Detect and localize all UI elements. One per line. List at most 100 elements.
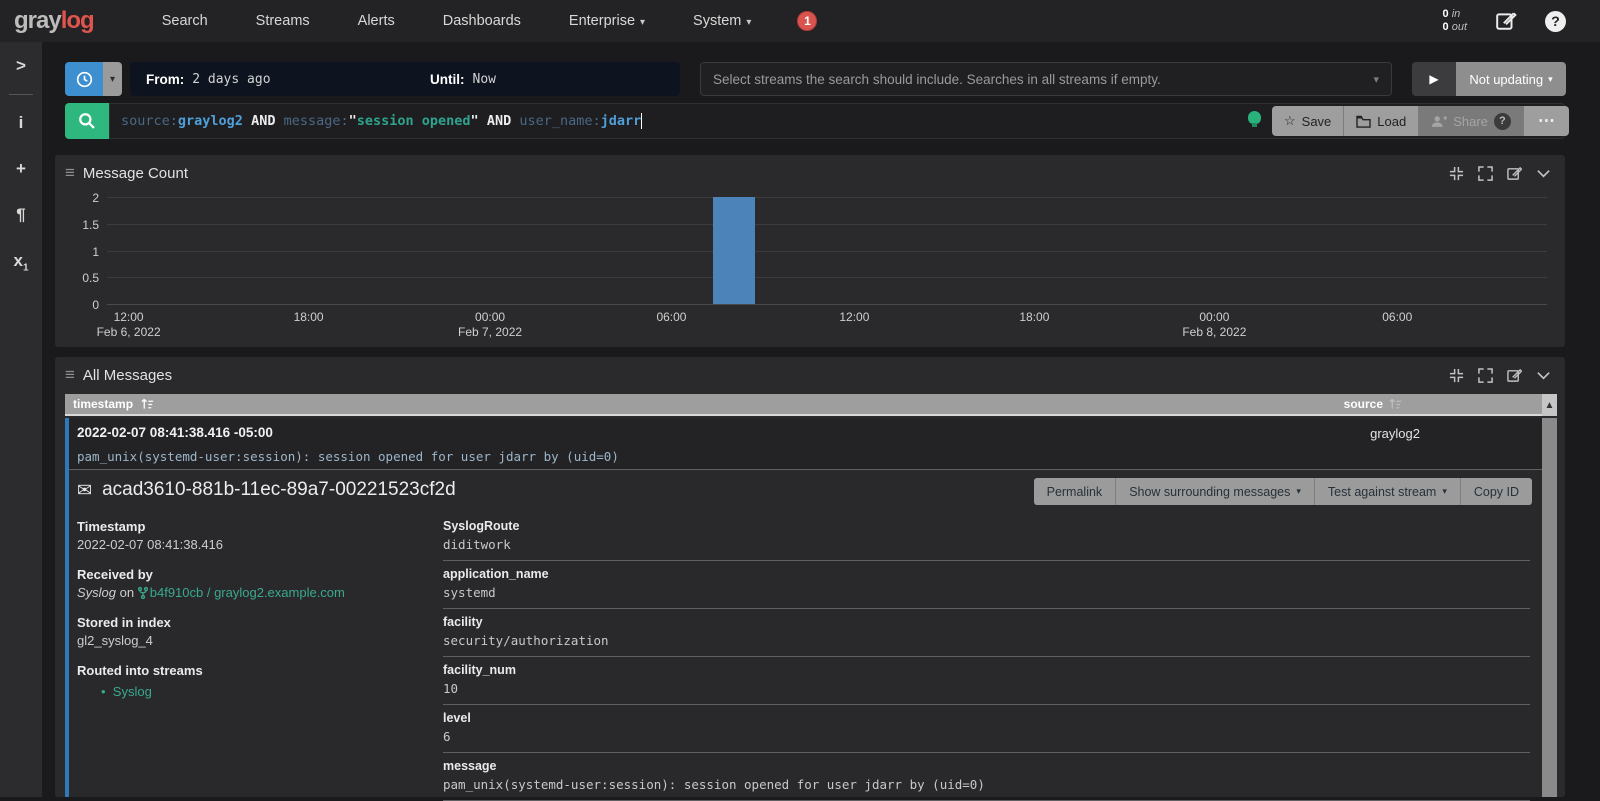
gridline bbox=[107, 251, 1547, 252]
x-tick-label: 00:00Feb 8, 2022 bbox=[1182, 310, 1246, 340]
gridline bbox=[107, 224, 1547, 225]
focus-widget-icon[interactable] bbox=[1449, 368, 1464, 383]
share-button[interactable]: Share ? bbox=[1419, 106, 1524, 136]
nav-item-system[interactable]: System▾ bbox=[669, 13, 775, 29]
edit-icon[interactable] bbox=[1495, 10, 1517, 32]
x-tick-label: 12:00Feb 6, 2022 bbox=[97, 310, 161, 340]
meta-routed-streams: Routed into streams Syslog bbox=[77, 663, 427, 699]
column-header-source[interactable]: source bbox=[1344, 397, 1402, 411]
message-summary: pam_unix(systemd-user:session): session … bbox=[77, 449, 619, 464]
meta-timestamp: Timestamp 2022-02-07 08:41:38.416 bbox=[77, 519, 427, 552]
load-button[interactable]: Load bbox=[1344, 106, 1419, 136]
nav-item-dashboards[interactable]: Dashboards bbox=[419, 13, 545, 29]
search-actions: ☆ Save Load Share ? ⋯ bbox=[1272, 106, 1569, 136]
save-button[interactable]: ☆ Save bbox=[1272, 106, 1344, 136]
node-link[interactable]: b4f910cb / graylog2.example.com bbox=[138, 585, 345, 600]
field-row[interactable]: facility security/authorization bbox=[443, 609, 1530, 657]
sidebar-info-icon[interactable]: i bbox=[19, 113, 24, 133]
sidebar-formatting-icon[interactable]: ¶ bbox=[16, 205, 25, 225]
surrounding-messages-button[interactable]: Show surrounding messages▾ bbox=[1116, 478, 1315, 505]
table-scrollbar[interactable] bbox=[1542, 418, 1557, 797]
chart-bar[interactable] bbox=[713, 197, 755, 304]
chart-x-axis: 12:00Feb 6, 202218:0000:00Feb 7, 202206:… bbox=[107, 310, 1547, 344]
share-help-icon[interactable]: ? bbox=[1494, 113, 1511, 130]
query-text: source:graylog2 AND message:"session ope… bbox=[121, 113, 642, 129]
focus-widget-icon[interactable] bbox=[1449, 166, 1464, 181]
edit-widget-icon[interactable] bbox=[1507, 166, 1522, 181]
x-tick-label: 18:00 bbox=[1019, 310, 1049, 325]
scroll-up-button[interactable]: ▲ bbox=[1542, 394, 1557, 416]
sidebar-create-icon[interactable]: + bbox=[16, 159, 26, 179]
message-detail: ✉ acad3610-881b-11ec-89a7-00221523cf2d P… bbox=[69, 471, 1542, 797]
field-row[interactable]: message pam_unix(systemd-user:session): … bbox=[443, 753, 1530, 801]
throughput-counter: 0 in 0 out bbox=[1443, 8, 1467, 34]
nav-items: Search Streams Alerts Dashboards Enterpr… bbox=[138, 13, 776, 29]
notification-badge[interactable]: 1 bbox=[797, 11, 817, 31]
gridline bbox=[107, 197, 1547, 198]
caret-down-icon: ▾ bbox=[1373, 73, 1379, 86]
sort-icon[interactable] bbox=[141, 398, 154, 410]
test-against-stream-button[interactable]: Test against stream▾ bbox=[1315, 478, 1461, 505]
edit-widget-icon[interactable] bbox=[1507, 368, 1522, 383]
drag-handle-icon[interactable]: ≡ bbox=[65, 163, 75, 183]
field-row[interactable]: facility_num 10 bbox=[443, 657, 1530, 705]
message-id[interactable]: acad3610-881b-11ec-89a7-00221523cf2d bbox=[102, 479, 456, 501]
refresh-play-button[interactable]: ▶ bbox=[1412, 62, 1456, 96]
left-sidebar: > i + ¶ x1 bbox=[0, 42, 42, 797]
refresh-interval-dropdown[interactable]: Not updating ▾ bbox=[1456, 62, 1566, 96]
chart-plot-area[interactable] bbox=[107, 198, 1547, 305]
timerange-from-value: 2 days ago bbox=[192, 72, 270, 87]
widget-header: ≡ Message Count bbox=[55, 155, 1565, 191]
folder-icon bbox=[1356, 115, 1371, 128]
timerange-caret-button[interactable]: ▾ bbox=[103, 62, 122, 96]
field-row[interactable]: application_name systemd bbox=[443, 561, 1530, 609]
user-plus-icon bbox=[1431, 115, 1447, 128]
x-tick-label: 06:00 bbox=[1382, 310, 1412, 325]
message-metadata: Timestamp 2022-02-07 08:41:38.416 Receiv… bbox=[77, 519, 427, 714]
timerange-clock-button[interactable] bbox=[65, 62, 103, 96]
message-source: graylog2 bbox=[1370, 426, 1420, 441]
stream-select[interactable]: Select streams the search should include… bbox=[700, 62, 1392, 96]
message-actions: Permalink Show surrounding messages▾ Tes… bbox=[1034, 478, 1532, 505]
field-row[interactable]: SyslogRoute diditwork bbox=[443, 513, 1530, 561]
more-actions-button[interactable]: ⋯ bbox=[1524, 106, 1569, 136]
all-messages-widget: ≡ All Messages timestamp source ▲ 2022-0… bbox=[55, 357, 1565, 797]
chevron-down-icon[interactable] bbox=[1536, 368, 1551, 383]
search-icon bbox=[78, 112, 96, 130]
timerange-button-group: ▾ bbox=[65, 62, 122, 96]
drag-handle-icon[interactable]: ≡ bbox=[65, 365, 75, 385]
sidebar-fields-icon[interactable]: x1 bbox=[13, 251, 28, 273]
help-icon[interactable]: ? bbox=[1545, 11, 1566, 32]
expand-widget-icon[interactable] bbox=[1478, 368, 1493, 383]
graylog-logo[interactable]: graylog bbox=[14, 7, 94, 35]
x-tick-label: 18:00 bbox=[294, 310, 324, 325]
nav-item-enterprise[interactable]: Enterprise▾ bbox=[545, 13, 669, 29]
stream-link[interactable]: Syslog bbox=[113, 684, 152, 699]
nav-item-streams[interactable]: Streams bbox=[232, 13, 334, 29]
sidebar-expand-icon[interactable]: > bbox=[16, 56, 26, 76]
chevron-down-icon[interactable] bbox=[1536, 166, 1551, 181]
lightbulb-icon[interactable] bbox=[1248, 111, 1261, 124]
search-button[interactable] bbox=[65, 103, 109, 139]
widget-title: Message Count bbox=[83, 165, 188, 182]
messages-table: timestamp source ▲ 2022-02-07 08:41:38.4… bbox=[65, 394, 1557, 797]
sort-icon[interactable] bbox=[1389, 398, 1402, 410]
permalink-button[interactable]: Permalink bbox=[1034, 478, 1117, 505]
x-tick-label: 00:00Feb 7, 2022 bbox=[458, 310, 522, 340]
widget-actions bbox=[1449, 166, 1551, 181]
message-row[interactable]: 2022-02-07 08:41:38.416 -05:00 graylog2 … bbox=[69, 418, 1542, 470]
caret-down-icon: ▾ bbox=[1442, 486, 1447, 497]
caret-down-icon: ▾ bbox=[1548, 74, 1553, 85]
column-header-timestamp[interactable]: timestamp bbox=[73, 397, 154, 411]
text-cursor bbox=[641, 113, 642, 129]
timerange-until-value: Now bbox=[473, 72, 496, 87]
nav-item-alerts[interactable]: Alerts bbox=[334, 13, 419, 29]
expand-widget-icon[interactable] bbox=[1478, 166, 1493, 181]
timerange-display[interactable]: From: 2 days ago Until: Now bbox=[130, 62, 680, 96]
nav-item-search[interactable]: Search bbox=[138, 13, 232, 29]
chart-y-axis: 00.511.52 bbox=[55, 198, 99, 305]
copy-id-button[interactable]: Copy ID bbox=[1461, 478, 1532, 505]
x-tick-label: 06:00 bbox=[656, 310, 686, 325]
field-row[interactable]: level 6 bbox=[443, 705, 1530, 753]
table-header-row: timestamp source bbox=[65, 394, 1542, 416]
